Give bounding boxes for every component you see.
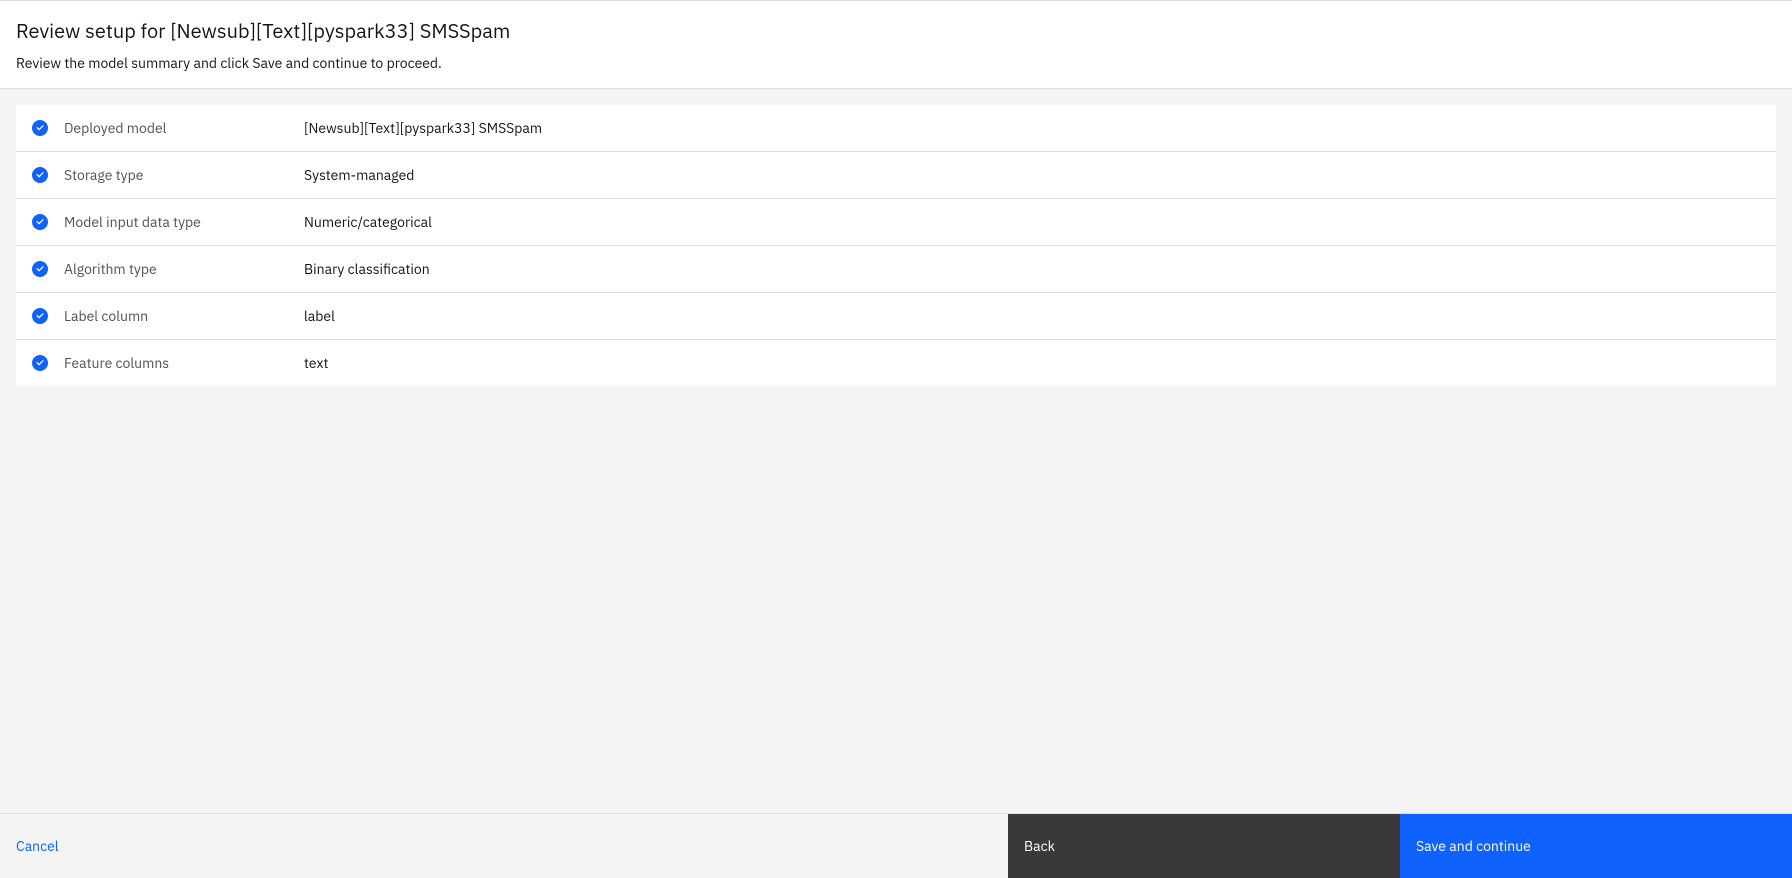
summary-label: Feature columns bbox=[64, 354, 304, 372]
content-area: Deployed model [Newsub][Text][pyspark33]… bbox=[0, 89, 1792, 402]
summary-value: [Newsub][Text][pyspark33] SMSSpam bbox=[304, 119, 542, 137]
page-header: Review setup for [Newsub][Text][pyspark3… bbox=[0, 0, 1792, 89]
page-title: Review setup for [Newsub][Text][pyspark3… bbox=[16, 17, 1776, 44]
summary-row-feature-columns: Feature columns text bbox=[16, 340, 1776, 386]
summary-value: label bbox=[304, 307, 335, 325]
summary-row-algorithm-type: Algorithm type Binary classification bbox=[16, 246, 1776, 293]
summary-list: Deployed model [Newsub][Text][pyspark33]… bbox=[16, 105, 1776, 386]
summary-label: Label column bbox=[64, 307, 304, 325]
checkmark-icon bbox=[32, 355, 48, 371]
summary-label: Storage type bbox=[64, 166, 304, 184]
checkmark-icon bbox=[32, 214, 48, 230]
summary-label: Model input data type bbox=[64, 213, 304, 231]
checkmark-icon bbox=[32, 308, 48, 324]
summary-row-storage-type: Storage type System-managed bbox=[16, 152, 1776, 199]
footer-left: Cancel bbox=[0, 814, 1008, 877]
footer: Cancel Back Save and continue bbox=[0, 813, 1792, 877]
checkmark-icon bbox=[32, 120, 48, 136]
checkmark-icon bbox=[32, 261, 48, 277]
page-subtitle: Review the model summary and click Save … bbox=[16, 54, 1776, 72]
save-and-continue-button[interactable]: Save and continue bbox=[1400, 814, 1792, 878]
footer-right: Back Save and continue bbox=[1008, 814, 1792, 877]
summary-row-label-column: Label column label bbox=[16, 293, 1776, 340]
summary-row-deployed-model: Deployed model [Newsub][Text][pyspark33]… bbox=[16, 105, 1776, 152]
cancel-button[interactable]: Cancel bbox=[16, 837, 59, 855]
back-button[interactable]: Back bbox=[1008, 814, 1400, 878]
checkmark-icon bbox=[32, 167, 48, 183]
summary-value: Numeric/categorical bbox=[304, 213, 432, 231]
summary-value: text bbox=[304, 354, 328, 372]
summary-row-model-input-data-type: Model input data type Numeric/categorica… bbox=[16, 199, 1776, 246]
summary-value: System-managed bbox=[304, 166, 414, 184]
summary-label: Deployed model bbox=[64, 119, 304, 137]
summary-label: Algorithm type bbox=[64, 260, 304, 278]
summary-value: Binary classification bbox=[304, 260, 430, 278]
